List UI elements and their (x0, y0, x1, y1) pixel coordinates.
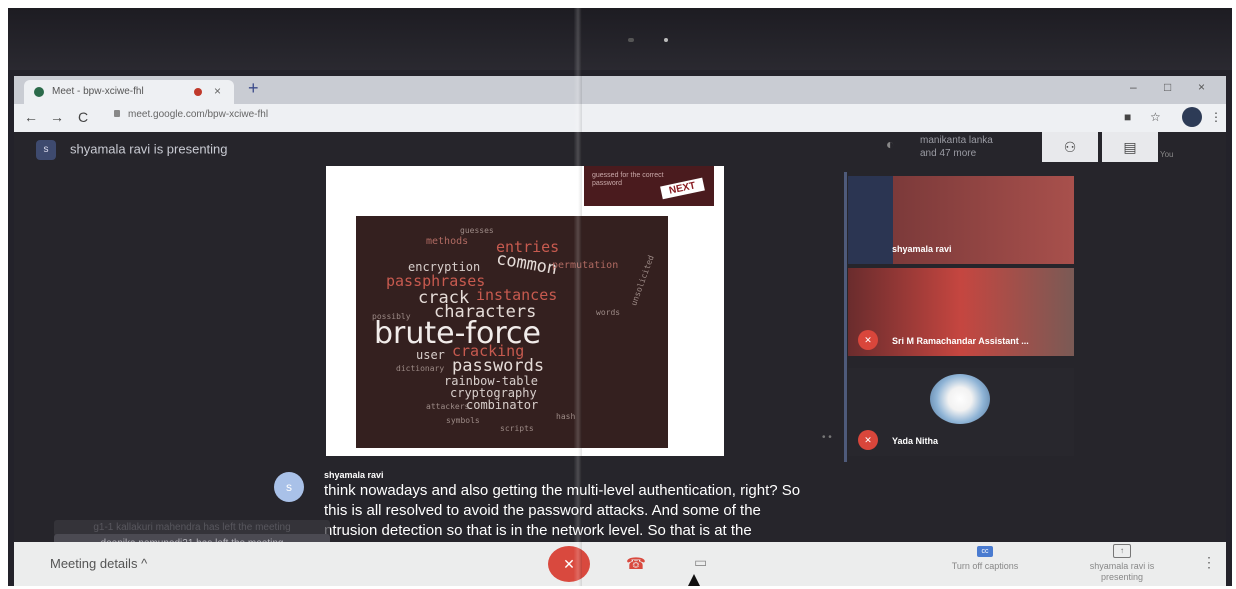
photo-frame: Meet - bpw-xciwe-fhl × + – □ × ← → C mee… (8, 8, 1232, 586)
reload-icon[interactable]: C (78, 109, 88, 125)
participant-avatar-flower (930, 374, 990, 424)
minimize-button[interactable]: – (1130, 80, 1137, 94)
cloud-word: unsolicited (629, 254, 656, 307)
slide-next-strip: guessed for the correct password NEXT (584, 166, 714, 206)
participant-name: Yada Nitha (892, 436, 939, 446)
caption-text: think nowadays and also getting the mult… (324, 481, 1024, 541)
present-button[interactable]: ↑ shyamala ravi is presenting (1080, 544, 1164, 583)
meet-stage: s shyamala ravi is presenting ◐ manikanta… (14, 132, 1226, 554)
camera-indicator-icon[interactable]: ■ (1124, 110, 1131, 124)
caption-line: ntrusion detection so that is in the net… (324, 522, 752, 539)
participant-tile[interactable]: shyamala ravi (848, 176, 1074, 264)
mic-muted-icon: ✕ (858, 430, 878, 450)
presenting-banner: s shyamala ravi is presenting (36, 140, 228, 162)
bookmark-star-icon[interactable]: ☆ (1150, 110, 1161, 124)
captions-label: Turn off captions (951, 561, 1019, 571)
camera-toggle-button[interactable]: ▭ (694, 554, 707, 571)
browser-tab-bar: Meet - bpw-xciwe-fhl × + – □ × (14, 76, 1226, 104)
cloud-word: hash (556, 412, 576, 421)
participant-tile[interactable]: ✕ Yada Nitha (848, 368, 1074, 456)
participants-line1: manikanta lanka (920, 135, 993, 146)
participant-tile[interactable]: ✕ Sri M Ramachandar Assistant ... (848, 268, 1074, 356)
participants-line2: and 47 more (920, 148, 977, 159)
forward-arrow-icon[interactable]: → (50, 109, 64, 125)
cloud-word: dictionary (396, 364, 445, 373)
webcam-light (664, 38, 668, 42)
cloud-word: methods (426, 236, 469, 247)
more-options-icon[interactable]: ⋮ (1202, 554, 1216, 571)
recording-indicator-icon (194, 88, 202, 96)
captions-icon: cc (977, 546, 993, 557)
browser-menu-icon[interactable]: ⋮ (1210, 110, 1222, 124)
presenter-avatar: s (36, 140, 56, 160)
present-label: shyamala ravi is presenting (1089, 561, 1155, 582)
slide-more-dots-icon[interactable]: • • (822, 432, 832, 443)
cloud-word: user (416, 348, 445, 362)
webcam-dot (628, 38, 634, 42)
photo-crease (574, 8, 582, 586)
meeting-details-label: Meeting details (50, 556, 138, 571)
cloud-word: words (596, 308, 621, 317)
cloud-word: passwords (452, 356, 545, 376)
cloud-word: attackers (426, 402, 470, 411)
caption-avatar: s (274, 472, 304, 502)
close-window-button[interactable]: × (1198, 80, 1205, 94)
shared-slide: guessed for the correct password NEXT gu… (326, 166, 724, 456)
url-field[interactable]: meet.google.com/bpw-xciwe-fhl (114, 109, 434, 125)
participant-name: Sri M Ramachandar Assistant ... (892, 336, 1029, 346)
maximize-button[interactable]: □ (1164, 80, 1171, 94)
sidebar-divider (844, 172, 847, 462)
close-tab-icon[interactable]: × (214, 84, 221, 98)
mouse-cursor-icon (688, 574, 700, 586)
presenting-text: shyamala ravi is presenting (70, 141, 228, 157)
chat-button[interactable]: ▤ (1102, 132, 1158, 162)
caption-speaker: shyamala ravi (324, 470, 384, 480)
mic-muted-icon: ✕ (858, 330, 878, 350)
back-arrow-icon[interactable]: ← (24, 109, 38, 125)
cloud-word: guesses (460, 226, 494, 235)
meet-favicon-icon (34, 87, 44, 97)
cloud-word: combinator (466, 398, 539, 412)
you-label: You (1160, 150, 1174, 159)
caption-line: this is all resolved to avoid the passwo… (324, 502, 761, 519)
present-screen-icon: ↑ (1113, 544, 1131, 558)
profile-avatar[interactable] (1182, 107, 1202, 127)
new-tab-button[interactable]: + (248, 78, 259, 99)
meeting-details-button[interactable]: Meeting details ^ (50, 556, 147, 571)
monitor-bezel (8, 8, 1232, 70)
people-button[interactable]: ⚇ (1042, 132, 1098, 162)
chevron-up-icon: ^ (141, 556, 148, 571)
word-cloud: guesses methods entries encryption commo… (356, 216, 668, 448)
tab-title: Meet - bpw-xciwe-fhl (52, 86, 144, 97)
caption-line: think nowadays and also getting the mult… (324, 482, 801, 499)
address-bar: ← → C meet.google.com/bpw-xciwe-fhl ■ ☆ … (14, 104, 1226, 132)
people-icon: ⚇ (1063, 139, 1077, 155)
chat-icon: ▤ (1123, 139, 1137, 155)
cloud-word: scripts (500, 424, 534, 433)
url-text: meet.google.com/bpw-xciwe-fhl (128, 109, 269, 120)
participants-summary[interactable]: ◐ manikanta lanka and 47 more (886, 132, 1022, 162)
participants-avatars-icon: ◐ (886, 136, 895, 152)
browser-tab-meet[interactable]: Meet - bpw-xciwe-fhl × (24, 80, 234, 104)
leave-call-button[interactable]: ☎ (626, 554, 646, 574)
cloud-word: permutation (552, 260, 619, 271)
meet-bottom-bar: Meeting details ^ ✕ ☎ ▭ cc Turn off capt… (14, 542, 1226, 586)
mic-toggle-button[interactable]: ✕ (548, 546, 590, 582)
cloud-word: symbols (446, 416, 480, 425)
captions-button[interactable]: cc Turn off captions (940, 546, 1030, 571)
participant-name: shyamala ravi (892, 244, 952, 254)
lock-icon (114, 110, 120, 117)
